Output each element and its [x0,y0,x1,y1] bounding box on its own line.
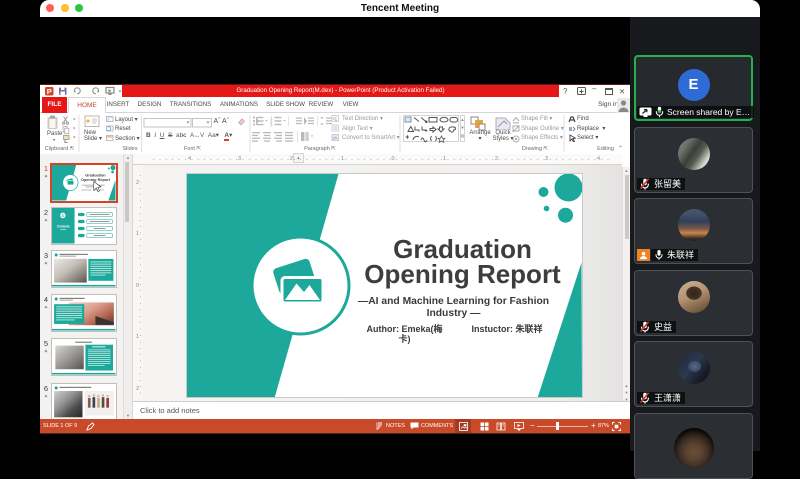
svg-text:Contents: Contents [57,224,70,228]
svg-text:3: 3 [270,123,273,128]
svg-text:P: P [47,87,52,96]
svg-text:Opening Report: Opening Report [81,177,111,182]
